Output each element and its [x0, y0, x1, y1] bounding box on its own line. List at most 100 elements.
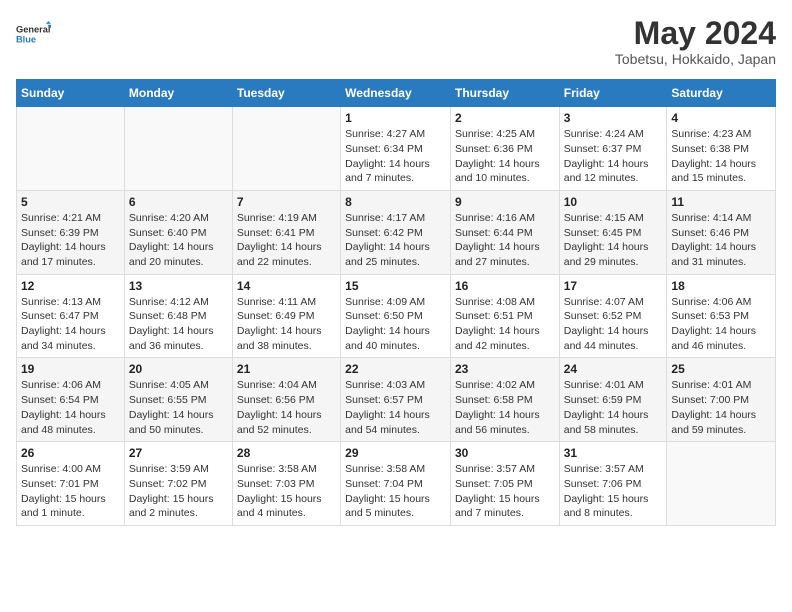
week-row-1: 1 Sunrise: 4:27 AMSunset: 6:34 PMDaylight…: [17, 107, 776, 191]
day-info: Sunrise: 4:14 AMSunset: 6:46 PMDaylight:…: [671, 211, 771, 270]
day-number: 12: [21, 279, 120, 293]
day-cell: 28 Sunrise: 3:58 AMSunset: 7:03 PMDayligh…: [232, 442, 340, 526]
week-row-2: 5 Sunrise: 4:21 AMSunset: 6:39 PMDaylight…: [17, 190, 776, 274]
day-info: Sunrise: 4:17 AMSunset: 6:42 PMDaylight:…: [345, 211, 446, 270]
day-info: Sunrise: 4:01 AMSunset: 7:00 PMDaylight:…: [671, 378, 771, 437]
day-info: Sunrise: 4:25 AMSunset: 6:36 PMDaylight:…: [455, 127, 555, 186]
day-cell: 2 Sunrise: 4:25 AMSunset: 6:36 PMDaylight…: [450, 107, 559, 191]
day-cell: 1 Sunrise: 4:27 AMSunset: 6:34 PMDaylight…: [341, 107, 451, 191]
header-wednesday: Wednesday: [341, 80, 451, 107]
day-number: 9: [455, 195, 555, 209]
day-cell: 20 Sunrise: 4:05 AMSunset: 6:55 PMDayligh…: [124, 358, 232, 442]
day-info: Sunrise: 4:04 AMSunset: 6:56 PMDaylight:…: [237, 378, 336, 437]
day-cell: 12 Sunrise: 4:13 AMSunset: 6:47 PMDayligh…: [17, 274, 125, 358]
day-info: Sunrise: 4:12 AMSunset: 6:48 PMDaylight:…: [129, 295, 228, 354]
day-number: 10: [564, 195, 663, 209]
day-cell: 4Sunrise: 4:23 AMSunset: 6:38 PMDaylight…: [667, 107, 776, 191]
day-cell: 31 Sunrise: 3:57 AMSunset: 7:06 PMDayligh…: [559, 442, 667, 526]
week-row-5: 26Sunrise: 4:00 AMSunset: 7:01 PMDayligh…: [17, 442, 776, 526]
svg-text:Blue: Blue: [16, 35, 36, 45]
day-info: Sunrise: 4:21 AMSunset: 6:39 PMDaylight:…: [21, 211, 120, 270]
calendar-table: SundayMondayTuesdayWednesdayThursdayFrid…: [16, 79, 776, 526]
day-number: 11: [671, 195, 771, 209]
day-info: Sunrise: 4:13 AMSunset: 6:47 PMDaylight:…: [21, 295, 120, 354]
day-info: Sunrise: 4:00 AMSunset: 7:01 PMDaylight:…: [21, 462, 120, 521]
day-info: Sunrise: 4:15 AMSunset: 6:45 PMDaylight:…: [564, 211, 663, 270]
week-row-4: 19 Sunrise: 4:06 AMSunset: 6:54 PMDayligh…: [17, 358, 776, 442]
day-info: Sunrise: 3:58 AMSunset: 7:04 PMDaylight:…: [345, 462, 446, 521]
day-info: Sunrise: 3:57 AMSunset: 7:05 PMDaylight:…: [455, 462, 555, 521]
day-cell: 11 Sunrise: 4:14 AMSunset: 6:46 PMDayligh…: [667, 190, 776, 274]
day-number: 7: [237, 195, 336, 209]
day-cell: 13Sunrise: 4:12 AMSunset: 6:48 PMDayligh…: [124, 274, 232, 358]
day-info: Sunrise: 4:27 AMSunset: 6:34 PMDaylight:…: [345, 127, 446, 186]
day-number: 15: [345, 279, 446, 293]
header-sunday: Sunday: [17, 80, 125, 107]
day-cell: 6 Sunrise: 4:20 AMSunset: 6:40 PMDaylight…: [124, 190, 232, 274]
day-cell: 18 Sunrise: 4:06 AMSunset: 6:53 PMDayligh…: [667, 274, 776, 358]
day-info: Sunrise: 4:20 AMSunset: 6:40 PMDaylight:…: [129, 211, 228, 270]
day-info: Sunrise: 3:58 AMSunset: 7:03 PMDaylight:…: [237, 462, 336, 521]
day-cell: 8 Sunrise: 4:17 AMSunset: 6:42 PMDaylight…: [341, 190, 451, 274]
location: Tobetsu, Hokkaido, Japan: [615, 51, 776, 67]
header-thursday: Thursday: [450, 80, 559, 107]
day-cell: 21 Sunrise: 4:04 AMSunset: 6:56 PMDayligh…: [232, 358, 340, 442]
day-cell: 5 Sunrise: 4:21 AMSunset: 6:39 PMDaylight…: [17, 190, 125, 274]
day-info: Sunrise: 4:05 AMSunset: 6:55 PMDaylight:…: [129, 378, 228, 437]
header-monday: Monday: [124, 80, 232, 107]
page-header: General Blue May 2024 Tobetsu, Hokkaido,…: [16, 16, 776, 67]
month-title: May 2024: [615, 16, 776, 51]
day-cell: [232, 107, 340, 191]
day-cell: 10 Sunrise: 4:15 AMSunset: 6:45 PMDayligh…: [559, 190, 667, 274]
day-number: 6: [129, 195, 228, 209]
title-area: May 2024 Tobetsu, Hokkaido, Japan: [615, 16, 776, 67]
day-info: Sunrise: 4:24 AMSunset: 6:37 PMDaylight:…: [564, 127, 663, 186]
day-cell: 27Sunrise: 3:59 AMSunset: 7:02 PMDayligh…: [124, 442, 232, 526]
day-cell: 15 Sunrise: 4:09 AMSunset: 6:50 PMDayligh…: [341, 274, 451, 358]
day-info: Sunrise: 4:03 AMSunset: 6:57 PMDaylight:…: [345, 378, 446, 437]
day-cell: 3 Sunrise: 4:24 AMSunset: 6:37 PMDaylight…: [559, 107, 667, 191]
day-info: Sunrise: 4:08 AMSunset: 6:51 PMDaylight:…: [455, 295, 555, 354]
day-number: 27: [129, 446, 228, 460]
day-number: 22: [345, 362, 446, 376]
day-number: 8: [345, 195, 446, 209]
day-number: 2: [455, 111, 555, 125]
day-info: Sunrise: 4:19 AMSunset: 6:41 PMDaylight:…: [237, 211, 336, 270]
day-number: 18: [671, 279, 771, 293]
day-number: 29: [345, 446, 446, 460]
day-info: Sunrise: 3:57 AMSunset: 7:06 PMDaylight:…: [564, 462, 663, 521]
day-info: Sunrise: 4:09 AMSunset: 6:50 PMDaylight:…: [345, 295, 446, 354]
day-number: 19: [21, 362, 120, 376]
day-number: 16: [455, 279, 555, 293]
day-number: 20: [129, 362, 228, 376]
day-info: Sunrise: 4:06 AMSunset: 6:54 PMDaylight:…: [21, 378, 120, 437]
day-number: 17: [564, 279, 663, 293]
day-info: Sunrise: 4:11 AMSunset: 6:49 PMDaylight:…: [237, 295, 336, 354]
svg-text:General: General: [16, 24, 50, 34]
day-cell: 29 Sunrise: 3:58 AMSunset: 7:04 PMDayligh…: [341, 442, 451, 526]
day-cell: 7 Sunrise: 4:19 AMSunset: 6:41 PMDaylight…: [232, 190, 340, 274]
day-info: Sunrise: 4:23 AMSunset: 6:38 PMDaylight:…: [671, 127, 771, 186]
day-info: Sunrise: 4:06 AMSunset: 6:53 PMDaylight:…: [671, 295, 771, 354]
day-number: 1: [345, 111, 446, 125]
header-friday: Friday: [559, 80, 667, 107]
day-number: 5: [21, 195, 120, 209]
day-cell: 26Sunrise: 4:00 AMSunset: 7:01 PMDayligh…: [17, 442, 125, 526]
day-number: 3: [564, 111, 663, 125]
day-info: Sunrise: 4:01 AMSunset: 6:59 PMDaylight:…: [564, 378, 663, 437]
day-info: Sunrise: 4:16 AMSunset: 6:44 PMDaylight:…: [455, 211, 555, 270]
day-cell: 19 Sunrise: 4:06 AMSunset: 6:54 PMDayligh…: [17, 358, 125, 442]
day-cell: 25Sunrise: 4:01 AMSunset: 7:00 PMDayligh…: [667, 358, 776, 442]
day-cell: 17Sunrise: 4:07 AMSunset: 6:52 PMDayligh…: [559, 274, 667, 358]
day-number: 30: [455, 446, 555, 460]
day-cell: 30 Sunrise: 3:57 AMSunset: 7:05 PMDayligh…: [450, 442, 559, 526]
day-cell: 23Sunrise: 4:02 AMSunset: 6:58 PMDayligh…: [450, 358, 559, 442]
logo-svg: General Blue: [16, 16, 52, 52]
day-cell: [124, 107, 232, 191]
day-number: 31: [564, 446, 663, 460]
day-number: 28: [237, 446, 336, 460]
header-tuesday: Tuesday: [232, 80, 340, 107]
day-number: 21: [237, 362, 336, 376]
day-number: 24: [564, 362, 663, 376]
header-row: SundayMondayTuesdayWednesdayThursdayFrid…: [17, 80, 776, 107]
